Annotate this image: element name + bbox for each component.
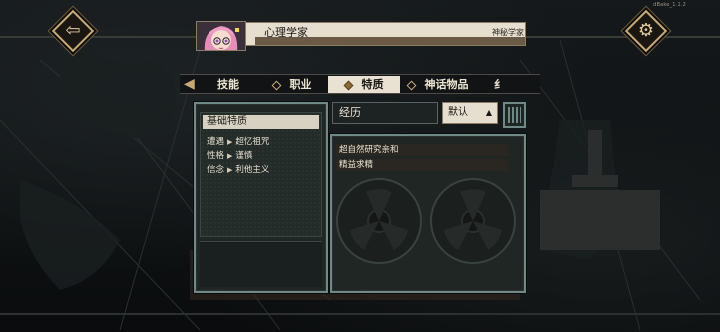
experience-item-label: 超自然研究亲和 — [339, 145, 399, 155]
tape-reel-left — [336, 178, 422, 264]
sort-dropdown-value: 默认 — [448, 107, 468, 118]
game-screen: dBake_1.1.2 ⇦ ⚙ 心理学家 神秘学家 ◀ 技能 职业 特质 神话物… — [0, 0, 720, 332]
caret-up-icon: ▲ — [485, 108, 492, 117]
scroll-handle[interactable] — [503, 102, 526, 128]
diamond-icon — [343, 80, 353, 90]
tab-label: 纟 — [494, 78, 505, 91]
trait-value: 谨慎 — [235, 151, 253, 161]
experience-label: 经历 — [332, 102, 438, 124]
trait-row-belief[interactable]: 信念 ▶ 利他主义 — [207, 163, 269, 175]
triangle-right-icon: ▶ — [227, 152, 233, 160]
tab-traits[interactable]: 特质 — [328, 76, 400, 93]
triangle-right-icon: ▶ — [227, 138, 233, 146]
trait-key: 遭遇 — [207, 137, 225, 147]
experience-item-label: 精益求精 — [339, 160, 374, 170]
experience-item[interactable]: 超自然研究亲和 — [336, 144, 508, 156]
reel-spokes-icon — [444, 189, 502, 250]
tape-reel-right — [430, 178, 516, 264]
tab-mythos-items[interactable]: 神话物品 — [402, 76, 474, 93]
basic-traits-title: 基础特质 — [203, 115, 319, 129]
avatar-portrait — [197, 22, 245, 50]
gear-icon: ⚙ — [637, 20, 655, 41]
triangle-right-icon: ▶ — [227, 166, 233, 174]
trait-key: 信念 — [207, 165, 225, 175]
reel-spokes-icon — [350, 189, 408, 250]
row-fade — [448, 159, 508, 171]
trait-row-encounter[interactable]: 遭遇 ▶ 超忆祖咒 — [207, 135, 269, 147]
basic-traits-list: 基础特质 遭遇 ▶ 超忆祖咒 性格 ▶ 谨慎 信念 ▶ 利他主义 — [200, 112, 322, 237]
experience-item[interactable]: 精益求精 — [336, 159, 508, 171]
tab-label: 神话物品 — [424, 78, 469, 91]
panel-footer — [200, 241, 322, 287]
tab-career[interactable]: 职业 — [258, 76, 326, 93]
back-arrow-icon: ⇦ — [65, 20, 81, 41]
sort-dropdown[interactable]: 默认 ▲ — [442, 102, 498, 124]
tab-more[interactable]: 纟 — [478, 76, 528, 93]
tab-label: 职业 — [289, 78, 312, 91]
row-fade — [448, 144, 508, 156]
version-label: dBake_1.1.2 — [653, 2, 686, 8]
grip-icon — [508, 107, 521, 123]
character-title: 神秘学家 — [492, 28, 524, 37]
tab-prev-icon[interactable]: ◀ — [184, 74, 195, 94]
trait-value: 利他主义 — [235, 165, 270, 175]
character-name: 心理学家 — [264, 26, 308, 39]
character-avatar[interactable] — [196, 21, 246, 51]
trait-key: 性格 — [207, 151, 225, 161]
tab-label: 特质 — [361, 78, 384, 91]
diamond-icon — [406, 80, 416, 90]
trait-row-personality[interactable]: 性格 ▶ 谨慎 — [207, 149, 252, 161]
tab-skills[interactable]: 技能 — [198, 76, 258, 93]
experience-panel — [330, 134, 526, 293]
diamond-icon — [271, 80, 281, 90]
trait-value: 超忆祖咒 — [235, 137, 270, 147]
basic-traits-panel: 基础特质 遭遇 ▶ 超忆祖咒 性格 ▶ 谨慎 信念 ▶ 利他主义 — [194, 102, 328, 293]
tab-label: 技能 — [217, 78, 239, 91]
